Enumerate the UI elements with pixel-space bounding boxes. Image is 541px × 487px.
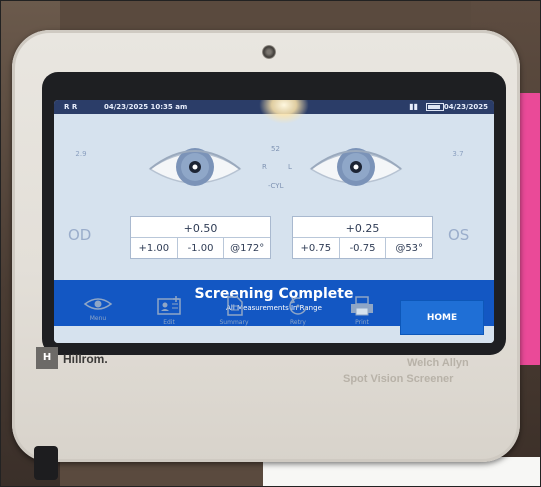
print-button[interactable]: Print xyxy=(340,296,384,326)
right-eye-pupil-value: 2.9 xyxy=(75,150,87,158)
right-value-1: +1.00 xyxy=(131,238,178,258)
status-code: R R xyxy=(64,103,78,111)
left-eye-marker: L xyxy=(288,163,292,171)
left-value-2: -0.75 xyxy=(340,238,387,258)
left-value-3: @53° xyxy=(395,243,424,254)
brand-name: Hillrom. xyxy=(63,352,108,366)
status-date-right: 04/23/2025 xyxy=(443,103,488,111)
summary-button[interactable]: Summary xyxy=(212,296,256,326)
right-eye-image xyxy=(148,148,242,186)
retry-button[interactable]: Retry xyxy=(276,296,320,326)
right-sph-value: +0.50 xyxy=(131,217,270,238)
right-value-3: @172° xyxy=(230,243,265,254)
summary-label: Summary xyxy=(219,319,249,326)
status-datetime: 04/23/2025 10:35 am xyxy=(104,103,188,111)
home-button[interactable]: HOME xyxy=(400,300,484,335)
edit-label: Edit xyxy=(163,319,175,326)
left-eye-pupil-value: 3.7 xyxy=(452,150,464,158)
signal-icon: ▮▮ xyxy=(409,102,418,111)
retry-icon xyxy=(289,297,307,315)
edit-profile-icon xyxy=(157,296,181,315)
left-eye-image xyxy=(309,148,403,186)
cyl-label: -CYL xyxy=(268,182,284,190)
center-top-value: 52 xyxy=(271,145,280,153)
right-eye-marker: R xyxy=(262,163,267,171)
bottom-toolbar: Menu Edit Summary Retry Print HOME xyxy=(54,296,494,343)
device-cable xyxy=(34,446,58,480)
retry-label: Retry xyxy=(290,319,306,326)
menu-label: Menu xyxy=(89,315,107,322)
light-glare xyxy=(259,100,309,124)
left-eye-prescription: +0.25 +0.75 -0.75 @53° xyxy=(292,216,433,259)
model-line-1: Welch Allyn xyxy=(407,357,469,369)
hillrom-logo-icon: H xyxy=(36,347,58,369)
edit-button[interactable]: Edit xyxy=(147,296,191,326)
printer-icon xyxy=(351,296,373,316)
model-line-2: Spot Vision Screener xyxy=(343,373,454,385)
eye-icon xyxy=(83,298,113,310)
battery-icon xyxy=(426,103,444,111)
menu-button[interactable]: Menu xyxy=(76,296,120,322)
print-label: Print xyxy=(355,319,369,326)
document-icon xyxy=(227,296,243,316)
screen: R R 04/23/2025 10:35 am ▮▮ 04/23/2025 2.… xyxy=(54,100,494,343)
left-sph-value: +0.25 xyxy=(293,217,432,238)
od-label: OD xyxy=(68,226,92,244)
vision-screener-device: R R 04/23/2025 10:35 am ▮▮ 04/23/2025 2.… xyxy=(12,30,520,462)
right-value-2: -1.00 xyxy=(178,238,225,258)
left-value-1: +0.75 xyxy=(293,238,340,258)
camera-lens xyxy=(262,45,276,59)
os-label: OS xyxy=(448,226,470,244)
right-eye-prescription: +0.50 +1.00 -1.00 @172° xyxy=(130,216,271,259)
